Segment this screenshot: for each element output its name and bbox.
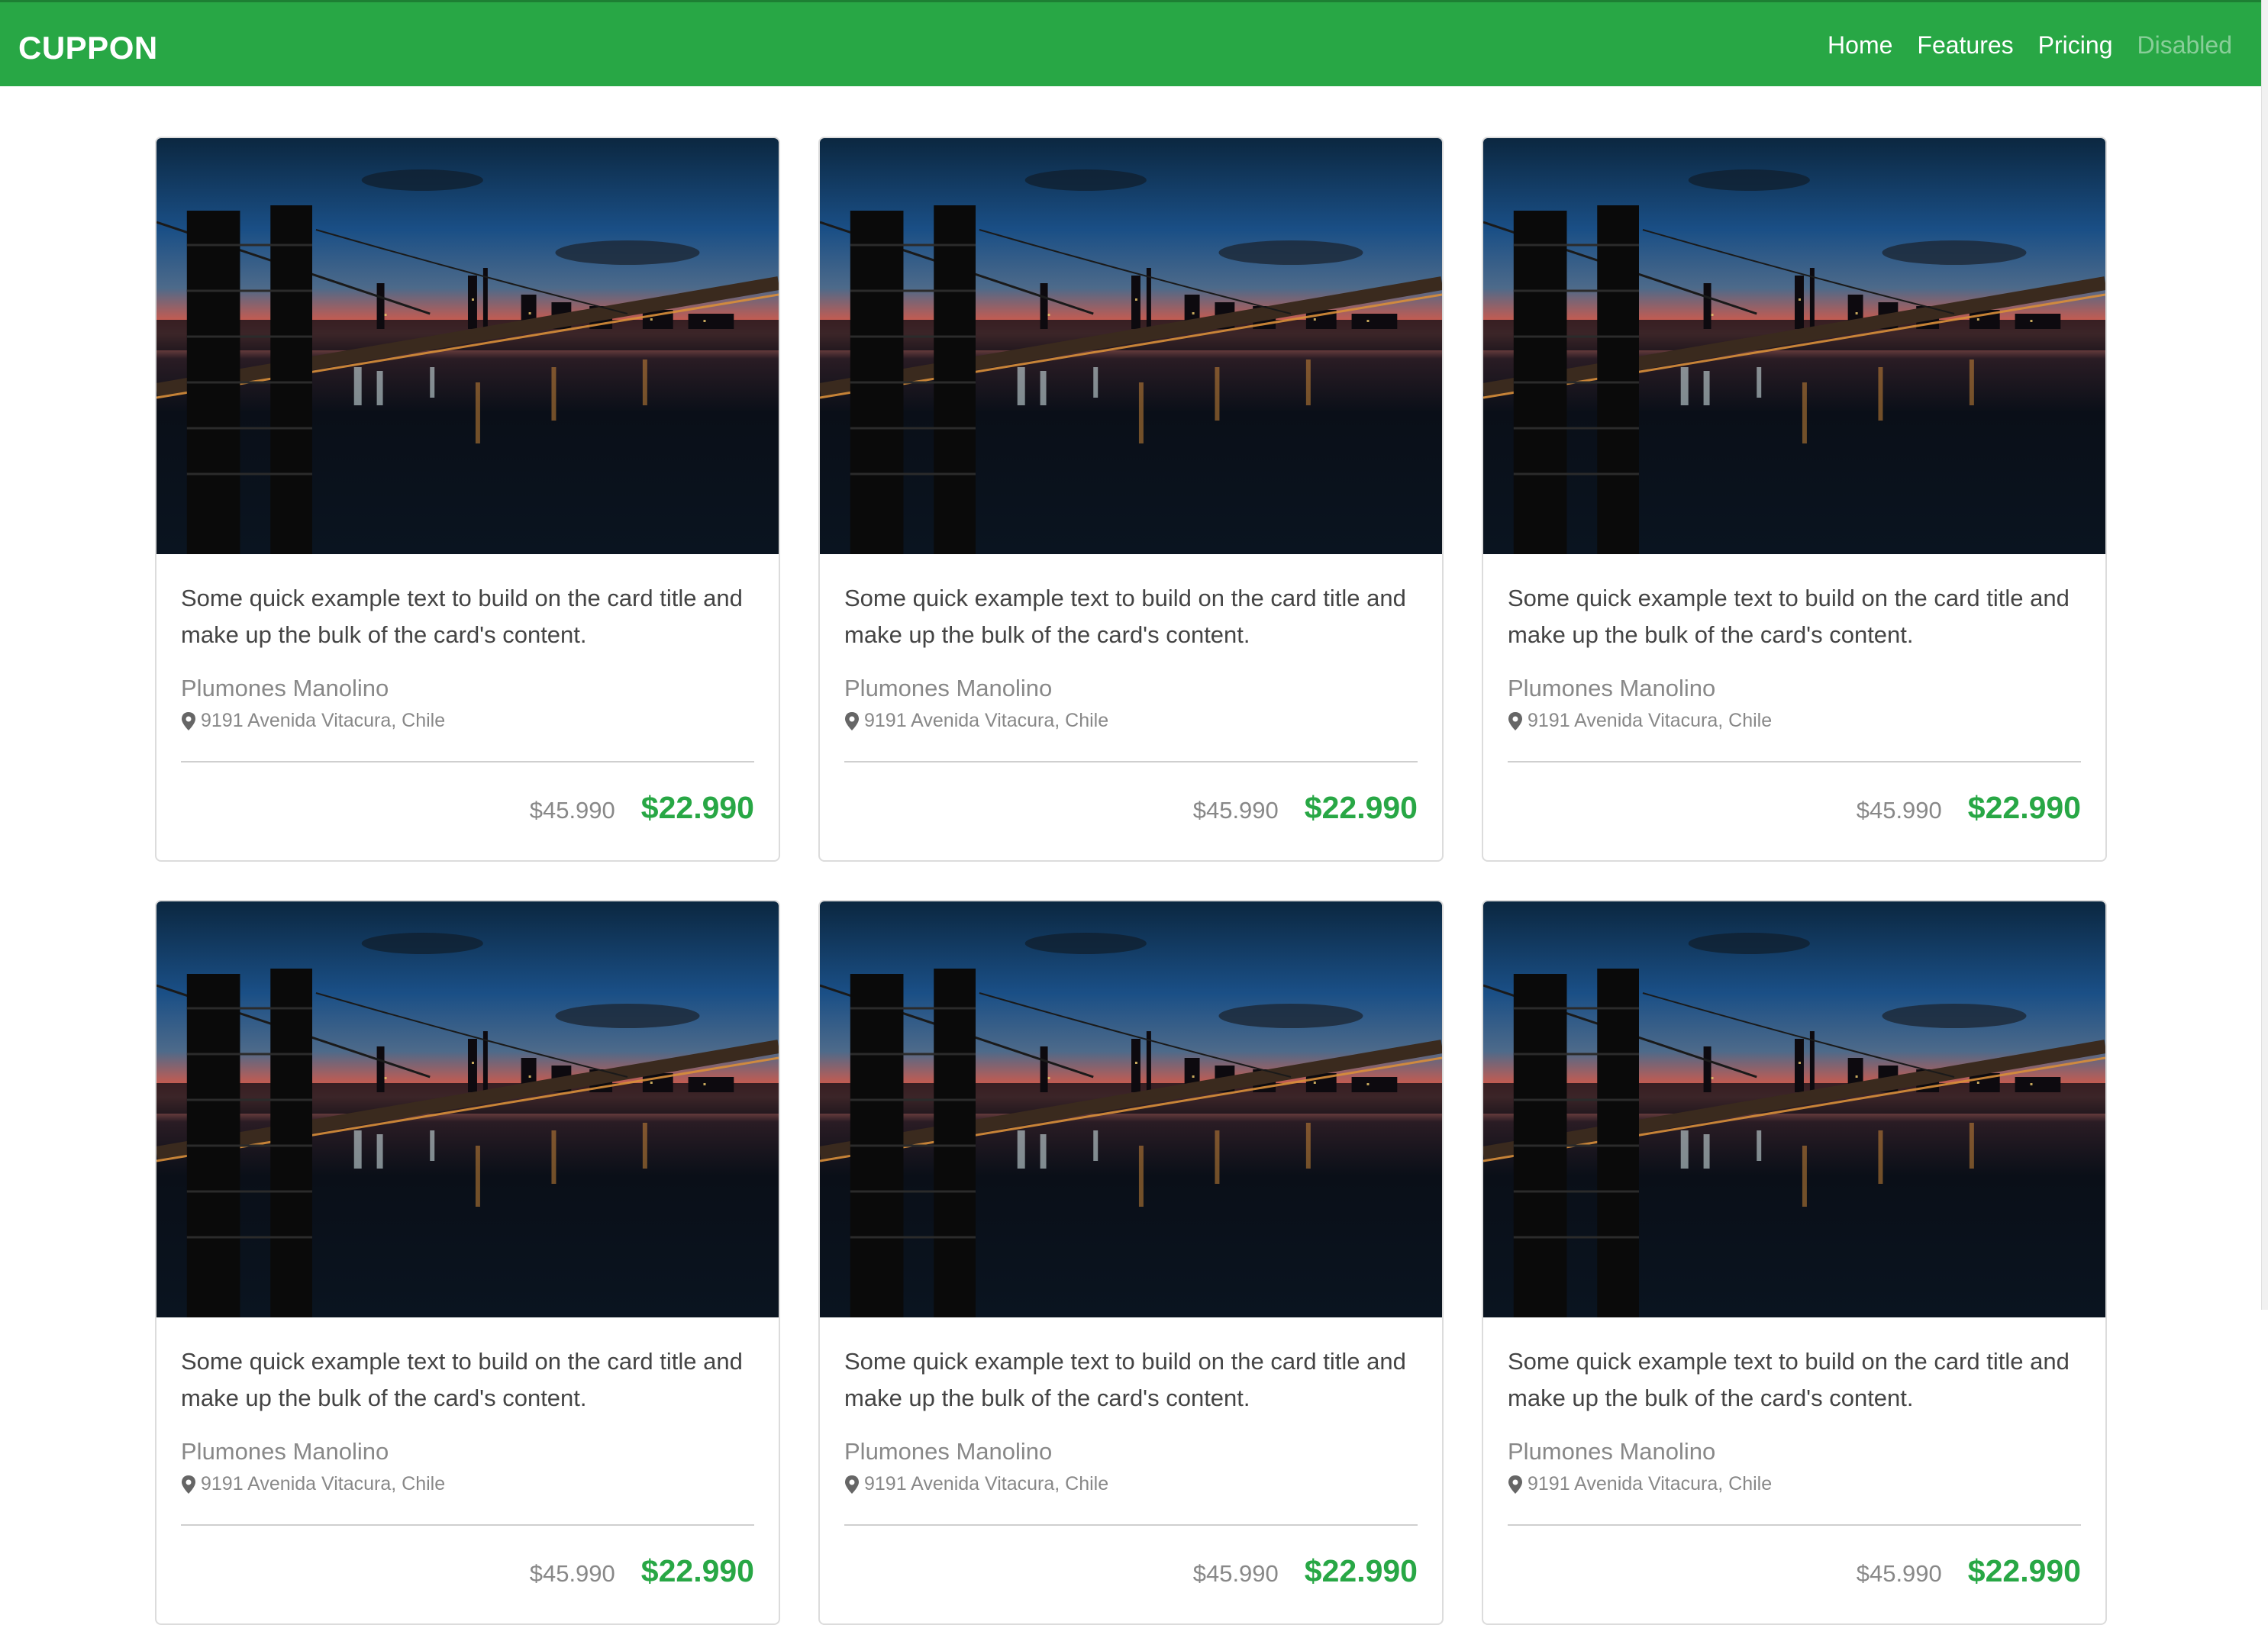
- old-price: $45.990: [529, 797, 615, 824]
- card-description: Some quick example text to build on the …: [844, 1348, 1406, 1411]
- deal-card[interactable]: Some quick example text to build on the …: [1482, 900, 2107, 1625]
- new-price: $22.990: [1967, 1553, 2081, 1588]
- card-divider: [181, 1524, 754, 1526]
- nav-link-features[interactable]: Features: [1917, 31, 2013, 60]
- card-store-name: Plumones Manolino: [844, 675, 1053, 701]
- card-address-text: 9191 Avenida Vitacura, Chile: [864, 710, 1109, 731]
- map-marker-icon: [1508, 1475, 1522, 1494]
- map-marker-icon: [1508, 711, 1522, 730]
- brand-logo[interactable]: CUPPON: [18, 30, 158, 66]
- card-image: [1483, 901, 2105, 1317]
- card-prices: $45.990 $22.990: [181, 1553, 754, 1589]
- old-price: $45.990: [529, 1560, 615, 1587]
- card-description: Some quick example text to build on the …: [181, 585, 743, 648]
- deal-card[interactable]: Some quick example text to build on the …: [155, 137, 780, 862]
- map-marker-icon: [182, 1475, 195, 1494]
- deal-card[interactable]: Some quick example text to build on the …: [818, 900, 1444, 1625]
- bridge-photo: [1483, 169, 2105, 554]
- old-price: $45.990: [1192, 1560, 1279, 1587]
- page-scrollbar[interactable]: [2261, 0, 2268, 1310]
- card-address: 9191 Avenida Vitacura, Chile: [844, 710, 1418, 732]
- card-description: Some quick example text to build on the …: [1508, 1348, 2070, 1411]
- card-prices: $45.990 $22.990: [1508, 1553, 2081, 1589]
- card-description: Some quick example text to build on the …: [181, 1348, 743, 1411]
- old-price: $45.990: [1856, 1560, 1942, 1587]
- card-body: Some quick example text to build on the …: [820, 1317, 1442, 1589]
- card-divider: [1508, 1524, 2081, 1526]
- card-prices: $45.990 $22.990: [1508, 790, 2081, 826]
- card-image: [156, 138, 779, 554]
- map-marker-icon: [845, 1475, 859, 1494]
- nav-link-pricing[interactable]: Pricing: [2038, 31, 2113, 60]
- nav-link-disabled: Disabled: [2137, 31, 2232, 59]
- card-address: 9191 Avenida Vitacura, Chile: [1508, 1473, 2081, 1495]
- card-description: Some quick example text to build on the …: [844, 585, 1406, 648]
- card-prices: $45.990 $22.990: [181, 790, 754, 826]
- new-price: $22.990: [640, 790, 754, 825]
- card-image: [156, 901, 779, 1317]
- deal-card[interactable]: Some quick example text to build on the …: [1482, 137, 2107, 862]
- card-address-text: 9191 Avenida Vitacura, Chile: [1528, 1473, 1773, 1494]
- card-address-text: 9191 Avenida Vitacura, Chile: [864, 1473, 1109, 1494]
- card-body: Some quick example text to build on the …: [1483, 1317, 2105, 1589]
- card-store-name: Plumones Manolino: [844, 1438, 1053, 1465]
- card-address: 9191 Avenida Vitacura, Chile: [181, 1473, 754, 1495]
- card-grid: Some quick example text to build on the …: [155, 137, 2109, 1625]
- card-address-text: 9191 Avenida Vitacura, Chile: [201, 1473, 446, 1494]
- nav-links: Home Features Pricing Disabled: [1828, 31, 2232, 60]
- card-divider: [844, 1524, 1418, 1526]
- deal-card[interactable]: Some quick example text to build on the …: [818, 137, 1444, 862]
- card-address-text: 9191 Avenida Vitacura, Chile: [1528, 710, 1773, 731]
- bridge-photo: [156, 933, 779, 1317]
- new-price: $22.990: [1304, 1553, 1418, 1588]
- card-image: [1483, 138, 2105, 554]
- new-price: $22.990: [1304, 790, 1418, 825]
- bridge-photo: [156, 169, 779, 554]
- card-store-name: Plumones Manolino: [181, 675, 389, 701]
- old-price: $45.990: [1192, 797, 1279, 824]
- nav-link-home[interactable]: Home: [1828, 31, 1892, 60]
- card-body: Some quick example text to build on the …: [156, 554, 779, 826]
- new-price: $22.990: [640, 1553, 754, 1588]
- card-body: Some quick example text to build on the …: [1483, 554, 2105, 826]
- card-prices: $45.990 $22.990: [844, 790, 1418, 826]
- bridge-photo: [1483, 933, 2105, 1317]
- card-address: 9191 Avenida Vitacura, Chile: [181, 710, 754, 732]
- bridge-photo: [820, 169, 1442, 554]
- navbar: CUPPON Home Features Pricing Disabled: [0, 2, 2261, 86]
- card-body: Some quick example text to build on the …: [820, 554, 1442, 826]
- card-divider: [844, 761, 1418, 763]
- new-price: $22.990: [1967, 790, 2081, 825]
- card-store-name: Plumones Manolino: [1508, 675, 1716, 701]
- card-address: 9191 Avenida Vitacura, Chile: [844, 1473, 1418, 1495]
- card-address-text: 9191 Avenida Vitacura, Chile: [201, 710, 446, 731]
- card-description: Some quick example text to build on the …: [1508, 585, 2070, 648]
- map-marker-icon: [182, 711, 195, 730]
- card-divider: [181, 761, 754, 763]
- old-price: $45.990: [1856, 797, 1942, 824]
- bridge-photo: [820, 933, 1442, 1317]
- card-image: [820, 901, 1442, 1317]
- map-marker-icon: [845, 711, 859, 730]
- card-image: [820, 138, 1442, 554]
- card-body: Some quick example text to build on the …: [156, 1317, 779, 1589]
- card-store-name: Plumones Manolino: [1508, 1438, 1716, 1465]
- card-store-name: Plumones Manolino: [181, 1438, 389, 1465]
- card-divider: [1508, 761, 2081, 763]
- card-prices: $45.990 $22.990: [844, 1553, 1418, 1589]
- deal-card[interactable]: Some quick example text to build on the …: [155, 900, 780, 1625]
- card-address: 9191 Avenida Vitacura, Chile: [1508, 710, 2081, 732]
